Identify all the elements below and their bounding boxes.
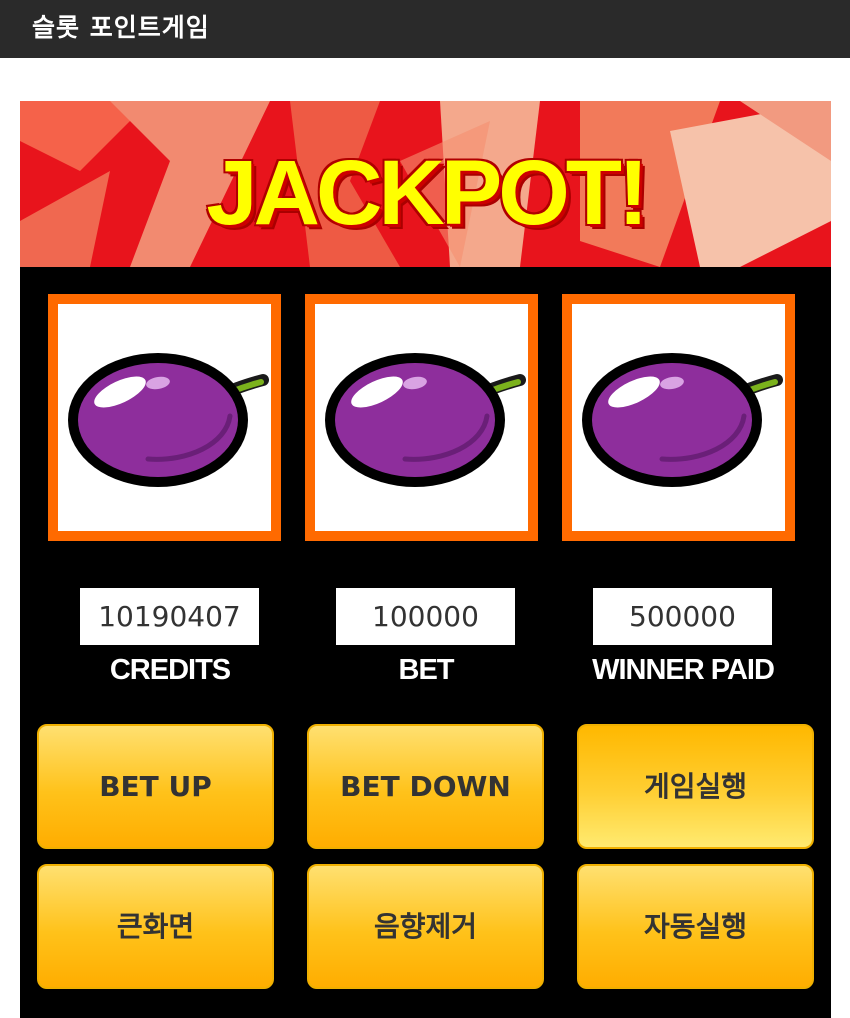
winner-paid-label: WINNER PAID — [592, 654, 775, 686]
credits-label: CREDITS — [109, 654, 231, 686]
jackpot-title: JACKPOT! — [206, 142, 648, 244]
plum-icon — [325, 353, 526, 487]
bet-value: 100000 — [336, 588, 515, 645]
bet-up-button[interactable]: BET UP — [37, 724, 274, 849]
jackpot-banner: JACKPOT! — [20, 101, 831, 267]
mute-button[interactable]: 음향제거 — [307, 864, 544, 989]
auto-run-button[interactable]: 자동실행 — [577, 864, 814, 989]
page-title: 슬롯 포인트게임 — [32, 13, 210, 42]
fullscreen-button[interactable]: 큰화면 — [37, 864, 274, 989]
credits-value: 10190407 — [80, 588, 259, 645]
reel-3 — [562, 294, 795, 541]
winner-paid-value: 500000 — [593, 588, 772, 645]
reel-1 — [48, 294, 281, 541]
slot-machine: JACKPOT! 10190407 CREDITS 100000 BET 500… — [20, 101, 831, 1018]
reel-2 — [305, 294, 538, 541]
run-game-button[interactable]: 게임실행 — [577, 724, 814, 849]
plum-icon — [68, 353, 269, 487]
bet-label: BET — [398, 654, 455, 686]
plum-icon — [582, 353, 783, 487]
bet-down-button[interactable]: BET DOWN — [307, 724, 544, 849]
top-bar: 슬롯 포인트게임 — [0, 0, 850, 58]
